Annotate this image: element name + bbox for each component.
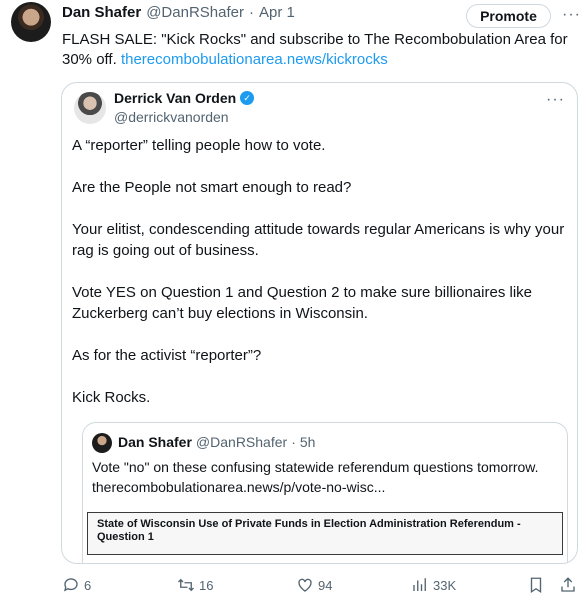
quote-author-name-row: Derrick Van Orden ✓ [114, 90, 255, 106]
nested-link[interactable]: therecombobulationarea.news/p/vote-no-wi… [92, 477, 562, 497]
quote-paragraph: Vote YES on Question 1 and Question 2 to… [72, 284, 532, 322]
author-avatar[interactable] [11, 2, 51, 42]
separator: · [291, 434, 296, 450]
nested-header: Dan Shafer @DanRShafer · 5h [118, 434, 315, 450]
reply-count: 6 [84, 577, 92, 593]
quote-body: A “reporter” telling people how to vote.… [72, 135, 567, 429]
quoted-tweet[interactable]: Derrick Van Orden ✓ @derrickvanorden ···… [61, 82, 578, 564]
repost-count: 16 [199, 577, 214, 593]
bookmark-button[interactable] [527, 576, 545, 594]
nested-author-name[interactable]: Dan Shafer [118, 434, 192, 450]
repost-icon [178, 578, 194, 592]
quote-author-name[interactable]: Derrick Van Orden [114, 90, 236, 106]
tweet-text: FLASH SALE: "Kick Rocks" and subscribe t… [62, 30, 577, 70]
tweet-link[interactable]: therecombobulationarea.news/kickrocks [121, 51, 388, 68]
action-bar: 6 16 94 33K [0, 576, 588, 598]
reply-button[interactable]: 6 [62, 576, 91, 594]
quote-author-avatar[interactable] [74, 92, 106, 124]
nested-author-avatar[interactable] [92, 433, 112, 453]
like-icon [298, 578, 312, 592]
views-icon [413, 578, 426, 591]
views-button[interactable]: 33K [411, 576, 456, 594]
nested-text-line: Vote "no" on these confusing statewide r… [92, 459, 539, 475]
more-options-icon[interactable]: ··· [562, 6, 581, 24]
promote-button[interactable]: Promote [466, 4, 551, 28]
reply-icon [63, 578, 78, 592]
nested-text: Vote "no" on these confusing statewide r… [92, 457, 562, 497]
verified-badge-icon: ✓ [240, 91, 255, 105]
nested-quoted-tweet[interactable]: Dan Shafer @DanRShafer · 5h Vote "no" on… [82, 422, 568, 563]
nested-author-handle[interactable]: @DanRShafer [196, 434, 287, 450]
quote-paragraph: As for the activist “reporter”? [72, 347, 262, 364]
author-name[interactable]: Dan Shafer [62, 4, 141, 21]
quote-paragraph: Kick Rocks. [72, 389, 151, 406]
tweet-date[interactable]: Apr 1 [259, 4, 295, 21]
share-icon [561, 577, 575, 592]
quote-paragraph: Are the People not smart enough to read? [72, 179, 352, 196]
quote-paragraph: A “reporter” telling people how to vote. [72, 137, 326, 154]
author-handle[interactable]: @DanRShafer [146, 4, 244, 21]
quote-paragraph: Your elitist, condescending attitude tow… [72, 221, 565, 259]
tweet-header: Dan Shafer @DanRShafer · Apr 1 [62, 4, 295, 21]
share-button[interactable] [559, 576, 577, 594]
quote-more-icon[interactable]: ··· [546, 91, 565, 109]
repost-button[interactable]: 16 [177, 576, 213, 594]
separator: · [248, 4, 254, 21]
nested-time[interactable]: 5h [300, 434, 316, 450]
like-count: 94 [318, 577, 333, 593]
bookmark-icon [530, 577, 542, 594]
document-preview[interactable]: State of Wisconsin Use of Private Funds … [87, 512, 563, 555]
like-button[interactable]: 94 [296, 576, 332, 594]
quote-author-handle[interactable]: @derrickvanorden [114, 109, 229, 125]
views-count: 33K [433, 577, 457, 593]
